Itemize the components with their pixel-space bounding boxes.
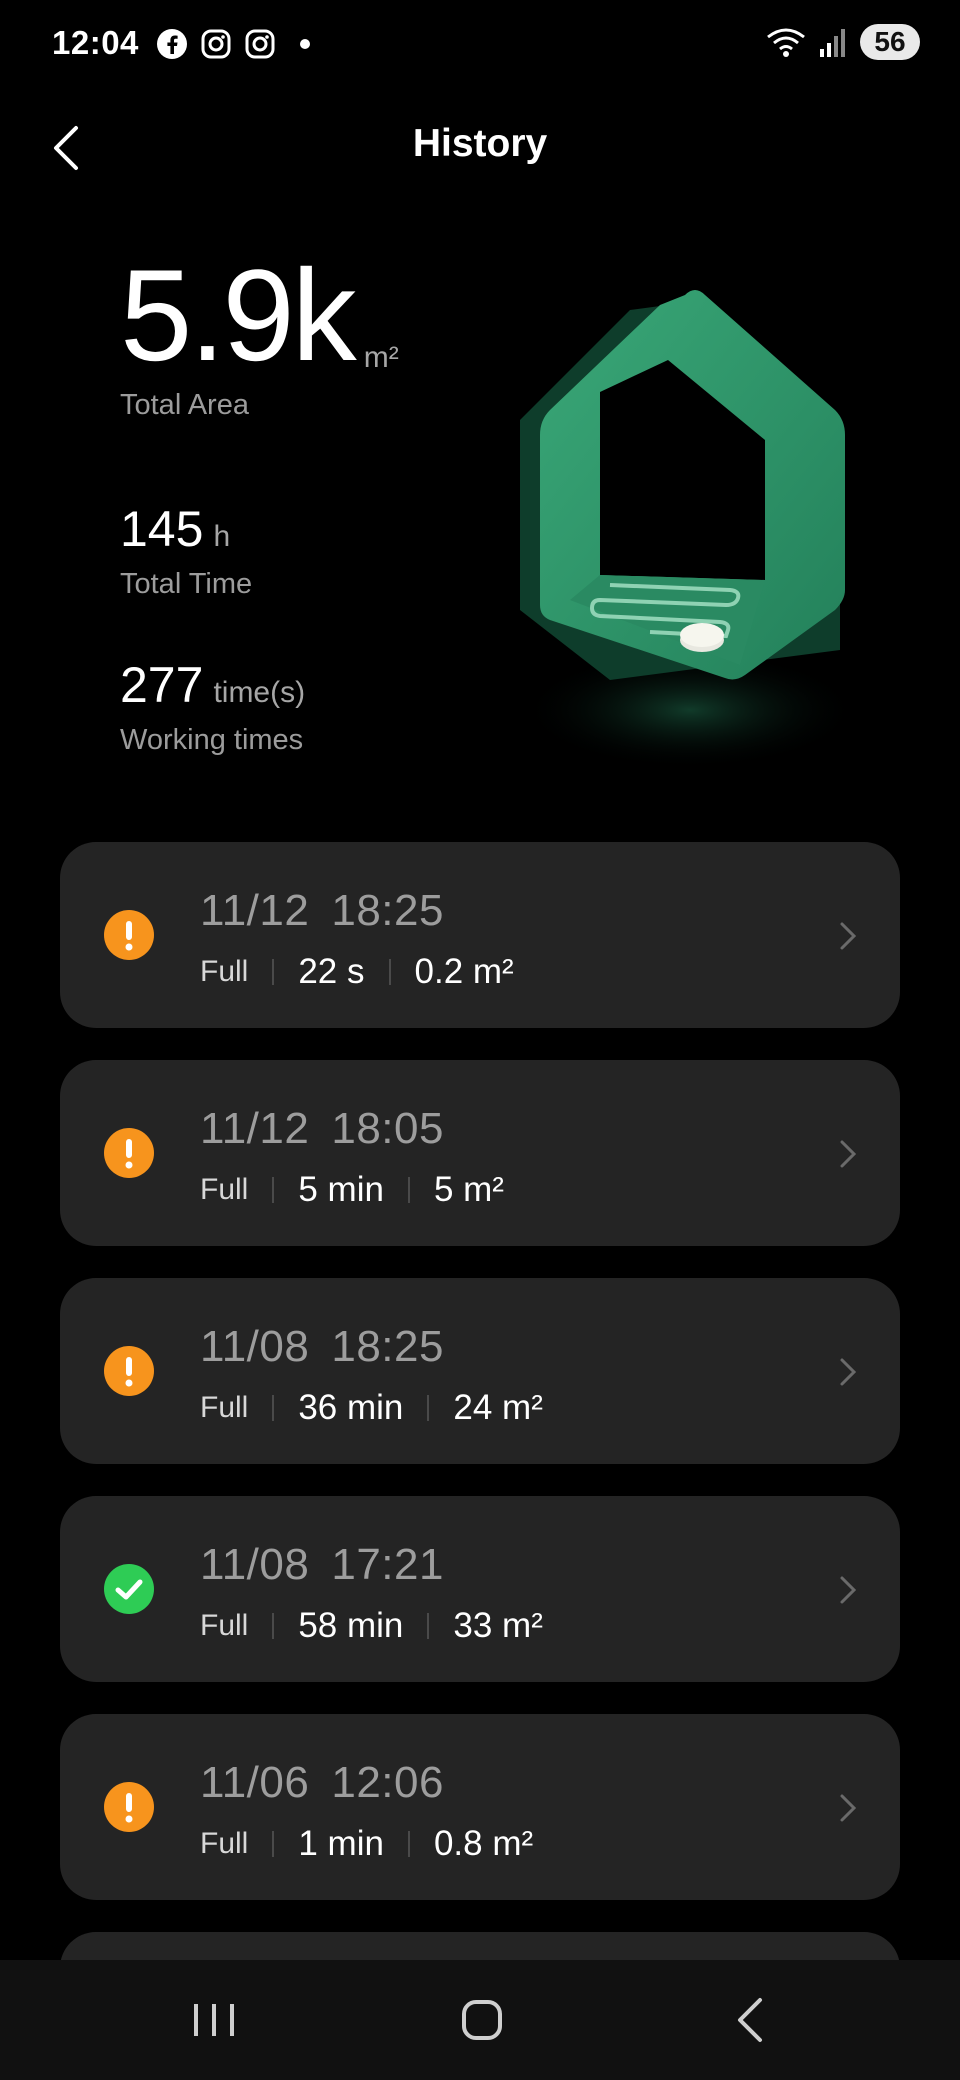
instagram-icon — [245, 29, 275, 59]
chevron-right-icon — [840, 922, 857, 950]
record-area: 33 m² — [453, 1606, 543, 1645]
divider — [272, 1831, 275, 1857]
record-area: 0.8 m² — [433, 1824, 534, 1863]
chevron-right-icon — [840, 1140, 857, 1168]
working-times-stat: 277 time(s) Working times — [120, 656, 305, 757]
total-time-unit: h — [213, 520, 231, 553]
record-duration: 1 min — [298, 1824, 384, 1863]
status-left-icons — [156, 28, 310, 60]
record-details: Full 36 min 24 m² — [200, 1388, 543, 1428]
total-area-value: 5.9k — [120, 242, 357, 388]
record-area: 0.2 m² — [414, 952, 514, 991]
home-icon[interactable] — [441, 1990, 521, 2050]
system-navbar — [0, 1960, 960, 2080]
check-icon — [104, 1564, 154, 1614]
working-times-value: 277 — [120, 657, 204, 713]
wifi-icon — [767, 28, 805, 57]
history-record[interactable]: 11/06 12:06 Full 1 min 0.8 m² — [60, 1714, 900, 1900]
record-mode: Full — [200, 1609, 249, 1642]
working-times-label: Working times — [120, 724, 304, 756]
record-details: Full 22 s 0.2 m² — [200, 952, 514, 992]
record-details: Full 5 min 5 m² — [200, 1170, 504, 1210]
status-time: 12:04 — [52, 24, 139, 61]
total-area-unit: m² — [363, 341, 399, 374]
working-times-unit: time(s) — [213, 676, 306, 709]
battery-indicator: 56 — [860, 24, 920, 60]
record-mode: Full — [200, 1173, 249, 1206]
record-datetime: 11/08 18:25 — [200, 1322, 444, 1371]
chevron-right-icon — [840, 1794, 857, 1822]
page-title: History — [412, 122, 548, 165]
divider — [427, 1395, 430, 1421]
signal-icon — [820, 29, 845, 57]
divider — [272, 1177, 275, 1203]
notification-dot — [300, 39, 310, 49]
record-area: 24 m² — [453, 1388, 543, 1427]
record-duration: 36 min — [298, 1388, 404, 1427]
status-bar: 12:04 56 — [0, 0, 960, 90]
record-duration: 22 s — [298, 952, 365, 991]
status-right-icons: 56 — [766, 24, 920, 60]
warning-icon — [104, 1782, 154, 1832]
total-area-label: Total Area — [120, 389, 249, 421]
divider — [427, 1613, 430, 1639]
facebook-icon — [157, 29, 187, 59]
divider — [407, 1177, 410, 1203]
record-mode: Full — [200, 1827, 249, 1860]
record-details: Full 58 min 33 m² — [200, 1606, 543, 1646]
record-datetime: 11/12 18:05 — [200, 1104, 444, 1153]
record-datetime: 11/08 17:21 — [200, 1540, 444, 1589]
total-time-stat: 145 h Total Time — [120, 500, 252, 601]
total-area-stat: 5.9k m² Total Area — [120, 242, 399, 422]
chevron-right-icon — [840, 1576, 857, 1604]
chevron-right-icon — [840, 1358, 857, 1386]
record-mode: Full — [200, 955, 249, 988]
divider — [407, 1831, 410, 1857]
history-record[interactable]: 11/08 17:21 Full 58 min 33 m² — [60, 1496, 900, 1682]
warning-icon — [104, 1128, 154, 1178]
history-list: 11/12 18:25 Full 22 s 0.2 m² 11/12 18:05 F… — [60, 842, 900, 1972]
record-area: 5 m² — [433, 1170, 504, 1209]
divider — [272, 959, 275, 985]
warning-icon — [104, 1346, 154, 1396]
header: History — [0, 110, 960, 180]
warning-icon — [104, 910, 154, 960]
total-time-value: 145 — [120, 501, 204, 557]
record-duration: 58 min — [298, 1606, 404, 1645]
back-icon[interactable] — [712, 1990, 792, 2050]
record-datetime: 11/06 12:06 — [200, 1758, 444, 1807]
divider — [388, 959, 391, 985]
divider — [272, 1613, 275, 1639]
recent-apps-icon[interactable] — [174, 1990, 254, 2050]
history-record[interactable]: 11/08 18:25 Full 36 min 24 m² — [60, 1278, 900, 1464]
record-duration: 5 min — [298, 1170, 384, 1209]
record-mode: Full — [200, 1391, 249, 1424]
history-record[interactable]: 11/12 18:25 Full 22 s 0.2 m² — [60, 842, 900, 1028]
house-illustration — [520, 290, 860, 770]
total-time-label: Total Time — [120, 568, 253, 600]
record-datetime: 11/12 18:25 — [200, 886, 444, 935]
divider — [272, 1395, 275, 1421]
instagram-icon — [201, 29, 231, 59]
record-details: Full 1 min 0.8 m² — [200, 1824, 533, 1864]
history-record[interactable]: 11/12 18:05 Full 5 min 5 m² — [60, 1060, 900, 1246]
